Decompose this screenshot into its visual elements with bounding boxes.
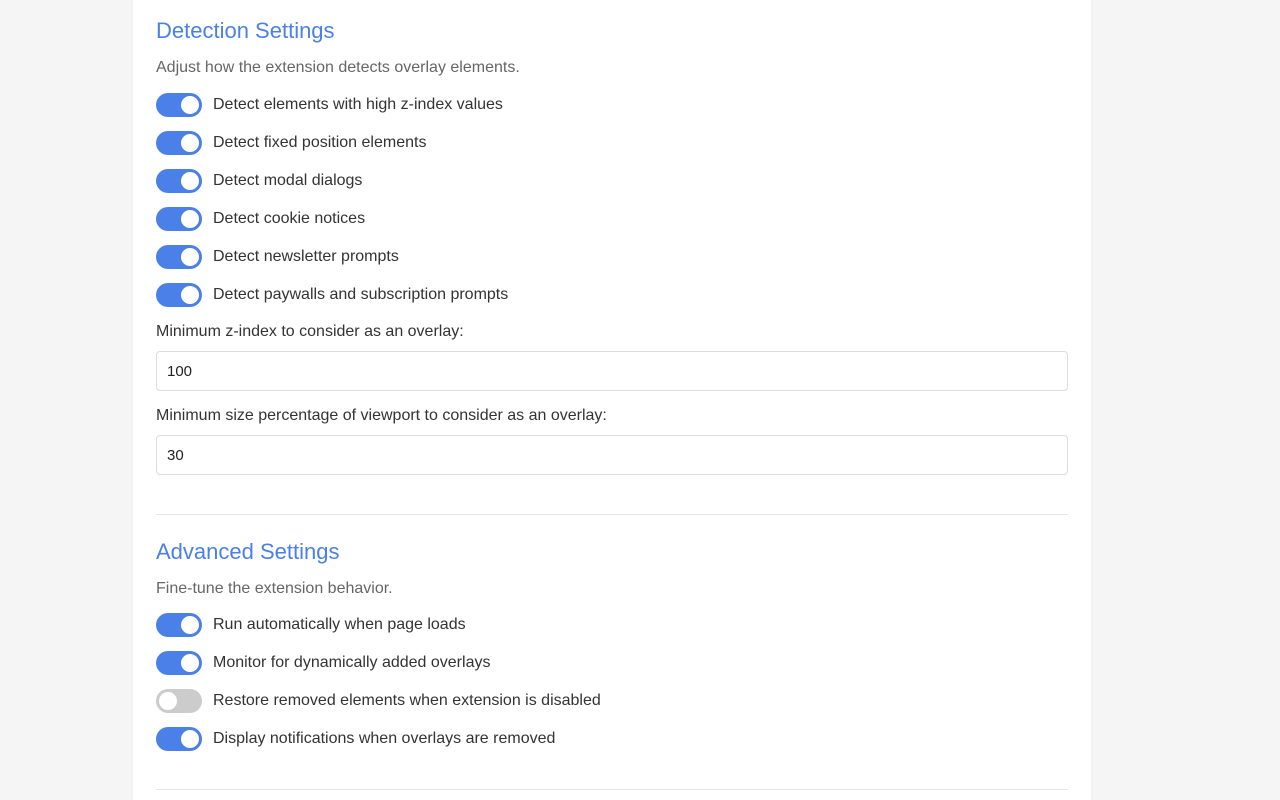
toggle-fixed-position[interactable]	[156, 131, 202, 155]
toggle-label-run-automatically: Run automatically when page loads	[213, 616, 466, 633]
settings-card: Detection Settings Adjust how the extens…	[133, 0, 1091, 800]
section-divider	[156, 514, 1068, 515]
toggle-high-zindex[interactable]	[156, 93, 202, 117]
toggle-knob	[159, 692, 177, 710]
advanced-settings-title: Advanced Settings	[156, 539, 340, 564]
toggle-knob	[181, 730, 199, 748]
toggle-knob	[181, 616, 199, 634]
toggle-label-monitor-dynamic: Monitor for dynamically added overlays	[213, 654, 491, 671]
toggle-row-newsletter-prompts: Detect newsletter prompts	[156, 245, 399, 269]
toggle-label-cookie-notices: Detect cookie notices	[213, 210, 366, 227]
toggle-row-restore-removed: Restore removed elements when extension …	[156, 689, 601, 713]
detection-settings-description: Adjust how the extension detects overlay…	[156, 59, 520, 76]
section-divider	[156, 789, 1068, 790]
toggle-label-paywalls: Detect paywalls and subscription prompts	[213, 286, 509, 303]
toggle-row-high-zindex: Detect elements with high z-index values	[156, 93, 503, 117]
toggle-label-modal-dialogs: Detect modal dialogs	[213, 172, 363, 189]
toggle-cookie-notices[interactable]	[156, 207, 202, 231]
toggle-knob	[181, 134, 199, 152]
min-zindex-input[interactable]	[156, 351, 1068, 391]
advanced-settings-description: Fine-tune the extension behavior.	[156, 580, 393, 597]
toggle-row-fixed-position: Detect fixed position elements	[156, 131, 426, 155]
toggle-restore-removed[interactable]	[156, 689, 202, 713]
toggle-label-high-zindex: Detect elements with high z-index values	[213, 96, 503, 113]
toggle-display-notifications[interactable]	[156, 727, 202, 751]
toggle-row-modal-dialogs: Detect modal dialogs	[156, 169, 362, 193]
toggle-knob	[181, 210, 199, 228]
toggle-knob	[181, 286, 199, 304]
toggle-row-cookie-notices: Detect cookie notices	[156, 207, 365, 231]
toggle-newsletter-prompts[interactable]	[156, 245, 202, 269]
toggle-knob	[181, 172, 199, 190]
toggle-row-monitor-dynamic: Monitor for dynamically added overlays	[156, 651, 490, 675]
toggle-monitor-dynamic[interactable]	[156, 651, 202, 675]
min-zindex-label: Minimum z-index to consider as an overla…	[156, 323, 464, 340]
toggle-run-automatically[interactable]	[156, 613, 202, 637]
toggle-modal-dialogs[interactable]	[156, 169, 202, 193]
toggle-knob	[181, 654, 199, 672]
toggle-paywalls[interactable]	[156, 283, 202, 307]
toggle-label-newsletter-prompts: Detect newsletter prompts	[213, 248, 399, 265]
toggle-row-paywalls: Detect paywalls and subscription prompts	[156, 283, 508, 307]
toggle-label-display-notifications: Display notifications when overlays are …	[213, 730, 556, 747]
toggle-label-fixed-position: Detect fixed position elements	[213, 134, 427, 151]
toggle-label-restore-removed: Restore removed elements when extension …	[213, 692, 601, 709]
toggle-knob	[181, 96, 199, 114]
toggle-knob	[181, 248, 199, 266]
toggle-row-run-automatically: Run automatically when page loads	[156, 613, 466, 637]
min-size-input[interactable]	[156, 435, 1068, 475]
min-size-label: Minimum size percentage of viewport to c…	[156, 407, 607, 424]
detection-settings-title: Detection Settings	[156, 18, 335, 43]
toggle-row-display-notifications: Display notifications when overlays are …	[156, 727, 555, 751]
